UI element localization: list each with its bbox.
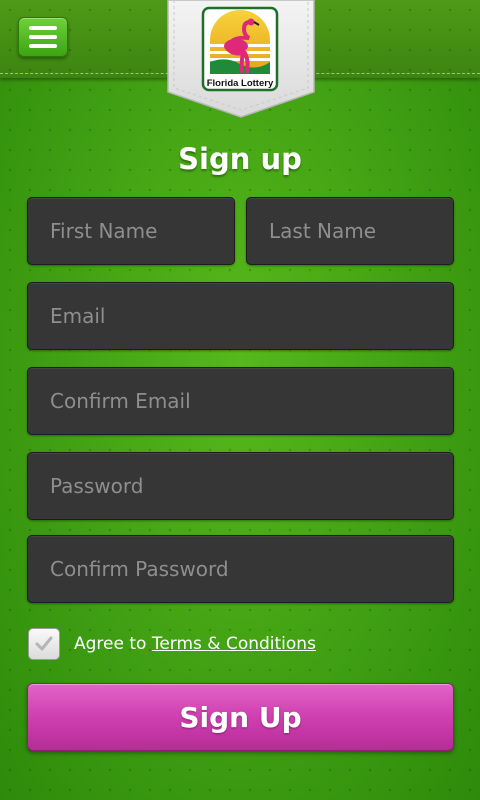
menu-icon-bar [29, 35, 57, 39]
password-input[interactable] [27, 452, 454, 520]
first-name-input[interactable] [27, 197, 235, 265]
sign-up-button[interactable]: Sign Up [27, 683, 454, 751]
menu-button[interactable] [18, 17, 68, 57]
terms-agreement-row: Agree to Terms & Conditions [28, 626, 316, 662]
terms-conditions-link[interactable]: Terms & Conditions [152, 634, 316, 654]
menu-icon-bar [29, 26, 57, 30]
logo-text: Florida Lottery [207, 78, 274, 89]
agree-prefix: Agree to [74, 634, 152, 654]
florida-lottery-logo-badge: Florida Lottery [167, 0, 315, 118]
confirm-email-input[interactable] [27, 367, 454, 435]
last-name-input[interactable] [246, 197, 454, 265]
menu-icon-bar [29, 44, 57, 48]
checkmark-icon [35, 636, 53, 651]
confirm-password-input[interactable] [27, 535, 454, 603]
agree-label: Agree to Terms & Conditions [74, 634, 316, 654]
email-input[interactable] [27, 282, 454, 350]
page-title: Sign up [178, 142, 302, 176]
terms-checkbox[interactable] [28, 628, 60, 660]
